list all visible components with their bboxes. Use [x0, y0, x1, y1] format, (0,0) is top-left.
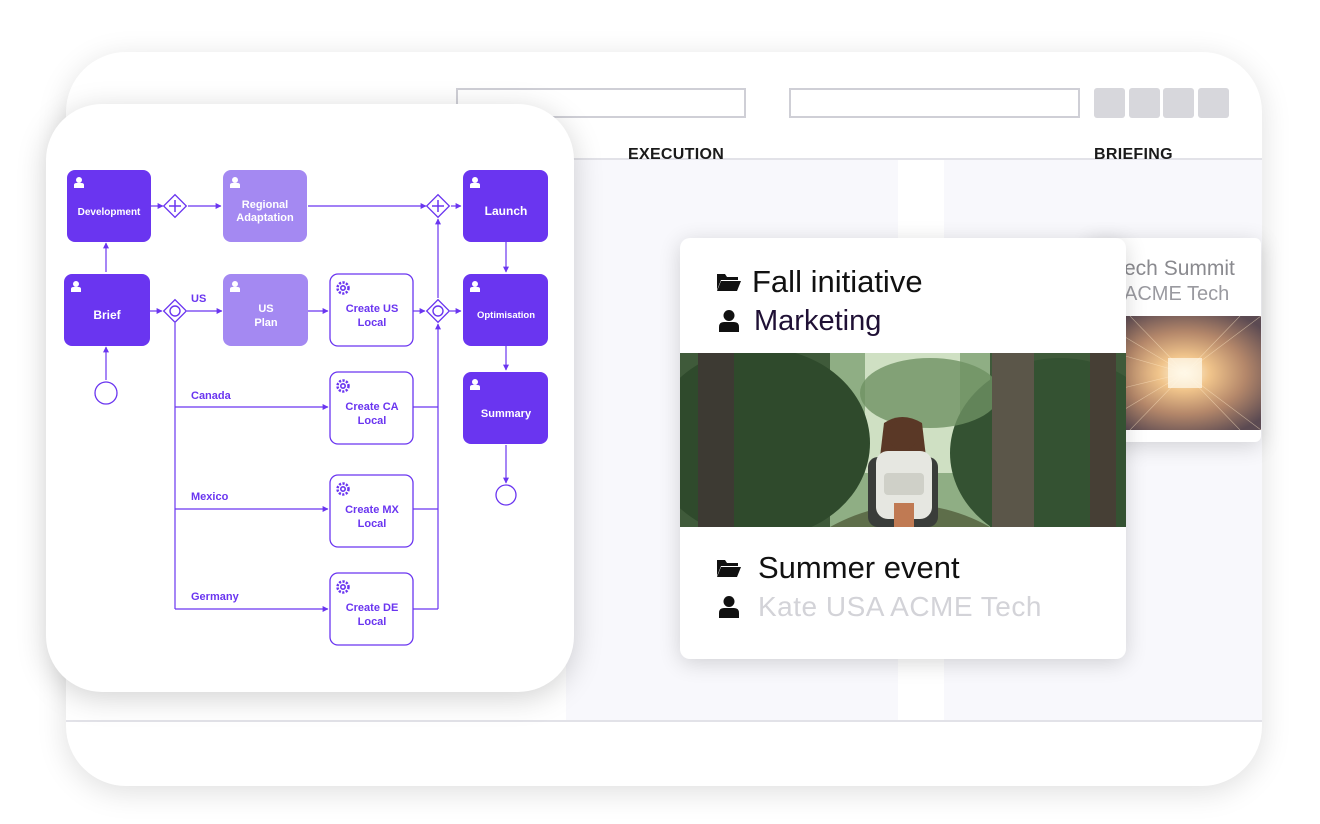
start-event: [94, 381, 118, 405]
project-2-title: Summer event: [758, 550, 960, 585]
toolbar-button-4[interactable]: [1198, 88, 1229, 118]
toolbar-button-1[interactable]: [1094, 88, 1125, 118]
main-project-card[interactable]: Fall initiative Marketing Summer event K…: [680, 238, 1126, 659]
inclusive-gateway-icon: [162, 298, 188, 324]
bottom-divider: [66, 720, 1262, 722]
project-1-owner-row: Marketing: [718, 303, 881, 339]
label-launch: Launch: [485, 204, 528, 218]
person-icon: [719, 596, 739, 618]
label-create-de-2: Local: [358, 616, 387, 628]
search-field-2[interactable]: [789, 88, 1080, 118]
label-optimisation: Optimisation: [477, 310, 535, 321]
column-title-execution: EXECUTION: [628, 146, 725, 163]
side-card-owner: ACME Tech: [1124, 283, 1230, 305]
toolbar-button-3[interactable]: [1163, 88, 1194, 118]
project-2-owner-row: Kate USA ACME Tech: [718, 589, 1042, 625]
branch-label-germany: Germany: [191, 591, 240, 603]
project-1-owner: Marketing: [754, 304, 882, 337]
project-1-title-row[interactable]: Fall initiative: [716, 264, 923, 300]
label-create-de-1: Create DE: [346, 602, 399, 614]
person-icon: [719, 310, 739, 332]
parallel-gateway-icon: [425, 193, 451, 219]
label-create-mx-1: Create MX: [345, 504, 399, 516]
label-development: Development: [78, 207, 141, 218]
label-brief: Brief: [93, 308, 121, 322]
label-create-mx-2: Local: [358, 518, 387, 530]
side-card-title: ech Summit: [1124, 257, 1235, 280]
parallel-gateway-icon: [162, 193, 188, 219]
label-create-us-2: Local: [358, 317, 387, 329]
process-diagram-card: Development Regional Adaptation Launch B…: [46, 104, 574, 692]
folder-icon: [717, 274, 741, 291]
project-2-owner: Kate USA ACME Tech: [758, 591, 1042, 622]
label-summary: Summary: [481, 408, 532, 420]
toolbar-button-2[interactable]: [1129, 88, 1160, 118]
branch-label-canada: Canada: [191, 390, 232, 402]
label-create-us-1: Create US: [346, 303, 399, 315]
branch-label-mexico: Mexico: [191, 491, 229, 503]
inclusive-gateway-icon: [425, 298, 451, 324]
branch-label-us: US: [191, 293, 206, 305]
label-us-plan-2: Plan: [254, 317, 278, 329]
process-diagram: Development Regional Adaptation Launch B…: [64, 170, 548, 646]
project-2-title-row[interactable]: Summer event: [716, 550, 960, 586]
label-create-ca-1: Create CA: [345, 401, 398, 413]
forest-hiker-image: [680, 353, 1126, 527]
label-create-ca-2: Local: [358, 415, 387, 427]
folder-icon: [717, 560, 741, 577]
label-regional-2: Adaptation: [236, 212, 294, 224]
column-title-briefing: BRIEFING: [1094, 146, 1173, 163]
project-1-title: Fall initiative: [752, 264, 923, 299]
label-us-plan-1: US: [258, 303, 273, 315]
end-event: [495, 484, 517, 506]
label-regional-1: Regional: [242, 199, 288, 211]
